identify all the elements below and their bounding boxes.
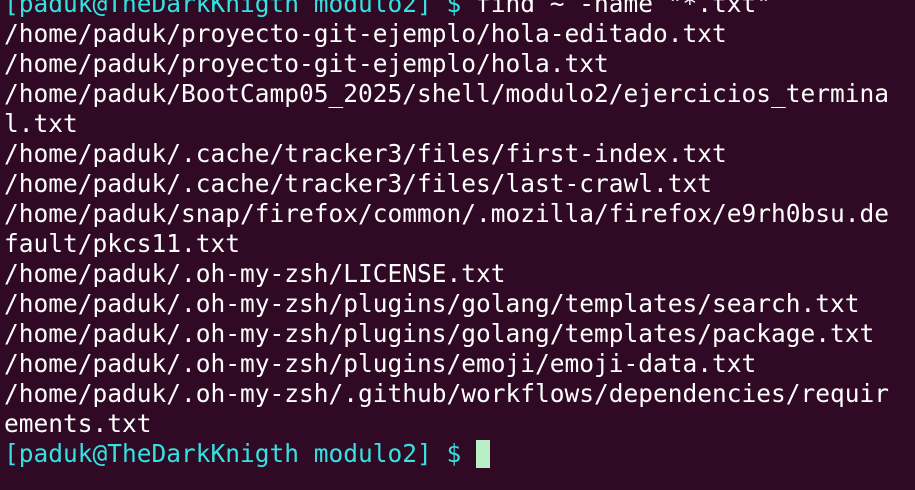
output-line-4: l.txt	[4, 109, 78, 138]
terminal-window[interactable]: [paduk@TheDarkKnigth modulo2] $ find ~ -…	[0, 0, 915, 490]
output-line-9: /home/paduk/.oh-my-zsh/LICENSE.txt	[4, 259, 506, 288]
output-line-7: /home/paduk/snap/firefox/common/.mozilla…	[4, 199, 890, 228]
terminal-cursor[interactable]	[476, 440, 491, 468]
current-shell-prompt: [paduk@TheDarkKnigth modulo2] $	[4, 439, 477, 468]
current-command-line[interactable]: [paduk@TheDarkKnigth modulo2] $	[4, 439, 915, 469]
output-line-12: /home/paduk/.oh-my-zsh/plugins/emoji/emo…	[4, 349, 757, 378]
shell-prompt: [paduk@TheDarkKnigth modulo2] $	[4, 0, 477, 18]
output-line-1: /home/paduk/proyecto-git-ejemplo/hola-ed…	[4, 19, 727, 48]
output-line-11: /home/paduk/.oh-my-zsh/plugins/golang/te…	[4, 319, 875, 348]
output-line-3: /home/paduk/BootCamp05_2025/shell/modulo…	[4, 79, 890, 108]
output-line-2: /home/paduk/proyecto-git-ejemplo/hola.tx…	[4, 49, 609, 78]
output-line-6: /home/paduk/.cache/tracker3/files/last-c…	[4, 169, 713, 198]
command-line: [paduk@TheDarkKnigth modulo2] $ find ~ -…	[4, 0, 915, 19]
output-line-13: /home/paduk/.oh-my-zsh/.github/workflows…	[4, 379, 890, 408]
entered-command: find ~ -name "*.txt"	[476, 0, 772, 18]
output-line-10: /home/paduk/.oh-my-zsh/plugins/golang/te…	[4, 289, 860, 318]
output-line-14: ements.txt	[4, 409, 152, 438]
output-line-5: /home/paduk/.cache/tracker3/files/first-…	[4, 139, 727, 168]
output-line-8: fault/pkcs11.txt	[4, 229, 241, 258]
